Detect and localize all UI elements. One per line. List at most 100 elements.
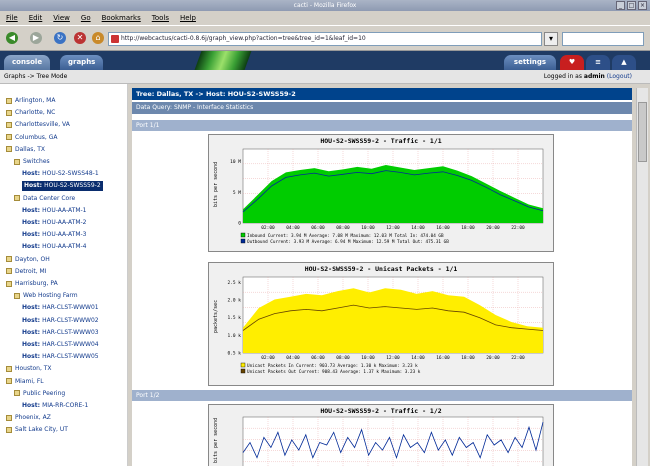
menu-bookmarks[interactable]: Bookmarks [102, 14, 141, 22]
tree-node-item[interactable]: Columbus, GA [6, 133, 57, 143]
tab-graphs[interactable]: graphs [60, 55, 104, 70]
folder-icon [6, 134, 12, 141]
x-tick-label: 22:00 [511, 225, 525, 231]
y-tick-label: 5 M [233, 190, 241, 196]
tree-item-label: Charlottesville, VA [15, 121, 70, 129]
x-tick-label: 08:00 [336, 355, 350, 361]
menu-go[interactable]: Go [81, 14, 91, 22]
tree-host-item[interactable]: Host: HOU-AA-ATM-4 [22, 242, 86, 252]
maximize-button[interactable]: □ [627, 1, 636, 10]
graph-content: Tree: Dallas, TX -> Host: HOU-S2-SWSS59-… [132, 88, 632, 466]
folder-icon [6, 426, 12, 433]
y-tick-label: 1.5 k [227, 315, 241, 321]
x-tick-label: 04:00 [286, 225, 300, 231]
x-tick-label: 16:00 [436, 225, 450, 231]
tree-node-item[interactable]: Detroit, MI [6, 267, 46, 277]
tree-host-item[interactable]: Host: HAR-CLST-WWW03 [22, 328, 99, 338]
host-prefix: Host: [22, 231, 43, 239]
tree-host-item[interactable]: Host: HOU-AA-ATM-1 [22, 206, 86, 216]
search-input[interactable] [562, 32, 644, 46]
tree-item-label: HAR-CLST-WWW03 [42, 328, 99, 336]
tree-node-item[interactable]: Houston, TX [6, 364, 52, 374]
home-icon[interactable]: ⌂ [92, 32, 104, 44]
tree-node-item[interactable]: Phoenix, AZ [6, 413, 51, 423]
close-button[interactable]: × [638, 1, 647, 10]
tree-node-item[interactable]: Dallas, TX [6, 145, 45, 155]
x-tick-label: 20:00 [486, 355, 500, 361]
unicast-packets-graph[interactable]: HOU-S2-SWSS59-2 - Unicast Packets - 1/1 … [208, 262, 554, 386]
traffic-graph-2[interactable]: HOU-S2-SWSS59-2 - Traffic - 1/2 bits per… [208, 404, 554, 466]
tree-node-item[interactable]: Miami, FL [6, 377, 44, 387]
tree-host-item[interactable]: Host: HOU-AA-ATM-2 [22, 218, 86, 228]
tree-node-item[interactable]: Web Hosting Farm [14, 291, 78, 301]
url-bar[interactable]: http://webcactus/cacti-0.8.6j/graph_view… [108, 32, 542, 46]
logout-link[interactable]: (Logout) [607, 73, 632, 80]
tree-item-label: Phoenix, AZ [15, 414, 51, 422]
tree-item-label: Harrisburg, PA [15, 280, 58, 287]
menu-view[interactable]: View [53, 14, 70, 22]
forward-icon[interactable]: ▶ [30, 32, 42, 44]
tree-host-item[interactable]: Host: HOU-AA-ATM-3 [22, 230, 86, 240]
tree-node-item[interactable]: Charlottesville, VA [6, 120, 70, 130]
legend-row: Outbound Current: 3.93 M Average: 6.94 M… [247, 239, 449, 245]
x-tick-label: 18:00 [461, 355, 475, 361]
dropdown-arrow-icon[interactable]: ▾ [544, 32, 558, 46]
list-view-icon[interactable]: ≡ [586, 55, 610, 70]
reload-icon[interactable]: ↻ [54, 32, 66, 44]
legend-row: Inbound Current: 3.94 M Average: 7.08 M … [247, 233, 444, 239]
tree-node-item[interactable]: Public Peering [14, 389, 65, 399]
menu-edit[interactable]: Edit [29, 14, 43, 22]
tree-node-item[interactable]: Arlington, MA [6, 96, 55, 106]
tab-settings[interactable]: settings [504, 55, 556, 70]
folder-icon [14, 292, 20, 299]
tree-node-item[interactable]: Charlotte, NC [6, 108, 55, 118]
tree-item-label: Public Peering [23, 389, 66, 397]
tree-node-item[interactable]: Dayton, OH [6, 255, 50, 265]
traffic-graph-1[interactable]: HOU-S2-SWSS59-2 - Traffic - 1/1 bits per… [208, 134, 554, 252]
tree-host-item[interactable]: Host: HOU-S2-SWSS59-2 [22, 181, 103, 192]
tree-item-label: HAR-CLST-WWW02 [42, 316, 99, 324]
tree-host-item[interactable]: Host: HAR-CLST-WWW05 [22, 352, 99, 362]
host-prefix: Host: [24, 182, 45, 190]
tree-host-header: Tree: Dallas, TX -> Host: HOU-S2-SWSS59-… [132, 88, 632, 100]
tree-item-label: Data Center Core [23, 194, 76, 202]
tree-item-label: Switches [23, 158, 50, 165]
menu-file[interactable]: File [6, 14, 18, 22]
host-prefix: Host: [22, 402, 43, 409]
tree-node-item[interactable]: Switches [14, 157, 50, 167]
stop-icon[interactable]: ✕ [74, 32, 86, 44]
folder-icon [6, 146, 12, 153]
folder-icon [14, 158, 20, 165]
tree-item-label: HAR-CLST-WWW04 [42, 341, 99, 348]
back-icon[interactable]: ◀ [6, 32, 18, 44]
preview-view-icon[interactable]: ▲ [612, 55, 636, 70]
tree-host-item[interactable]: Host: MIA-RR-CORE-1 [22, 401, 88, 411]
host-prefix: Host: [22, 316, 43, 324]
folder-icon [6, 414, 12, 421]
tree-host-item[interactable]: Host: HAR-CLST-WWW01 [22, 303, 99, 313]
scrollbar-thumb[interactable] [638, 102, 647, 162]
tree-item-label: Charlotte, NC [15, 109, 56, 117]
tree-node-item[interactable]: Harrisburg, PA [6, 279, 58, 289]
host-prefix: Host: [22, 170, 43, 178]
tree-node-item[interactable]: Data Center Core [14, 194, 75, 204]
tree-item-label: Salt Lake City, UT [15, 426, 68, 434]
title-bar: cacti - Mozilla Firefox _ □ × [0, 0, 650, 11]
url-text: http://webcactus/cacti-0.8.6j/graph_view… [121, 35, 366, 42]
tree-host-item[interactable]: Host: HOU-S2-SWSS48-1 [22, 169, 99, 179]
x-tick-label: 08:00 [336, 225, 350, 231]
tree-item-label: Dayton, OH [15, 255, 50, 263]
breadcrumb-bar: Graphs -> Tree Mode Logged in as admin (… [0, 70, 650, 84]
x-tick-label: 22:00 [511, 355, 525, 361]
minimize-button[interactable]: _ [616, 1, 625, 10]
tree-host-item[interactable]: Host: HAR-CLST-WWW02 [22, 316, 99, 326]
tree-host-item[interactable]: Host: HAR-CLST-WWW04 [22, 340, 99, 350]
navigation-toolbar: ◀ ▶ ↻ ✕ ⌂ http://webcactus/cacti-0.8.6j/… [0, 25, 650, 51]
vertical-scrollbar[interactable] [636, 88, 648, 466]
tree-view-icon[interactable]: ♥ [560, 55, 584, 70]
tree-node-item[interactable]: Salt Lake City, UT [6, 425, 68, 435]
menu-help[interactable]: Help [180, 14, 196, 22]
tab-console[interactable]: console [4, 55, 51, 70]
menu-tools[interactable]: Tools [152, 14, 169, 22]
favicon-icon [111, 35, 119, 43]
